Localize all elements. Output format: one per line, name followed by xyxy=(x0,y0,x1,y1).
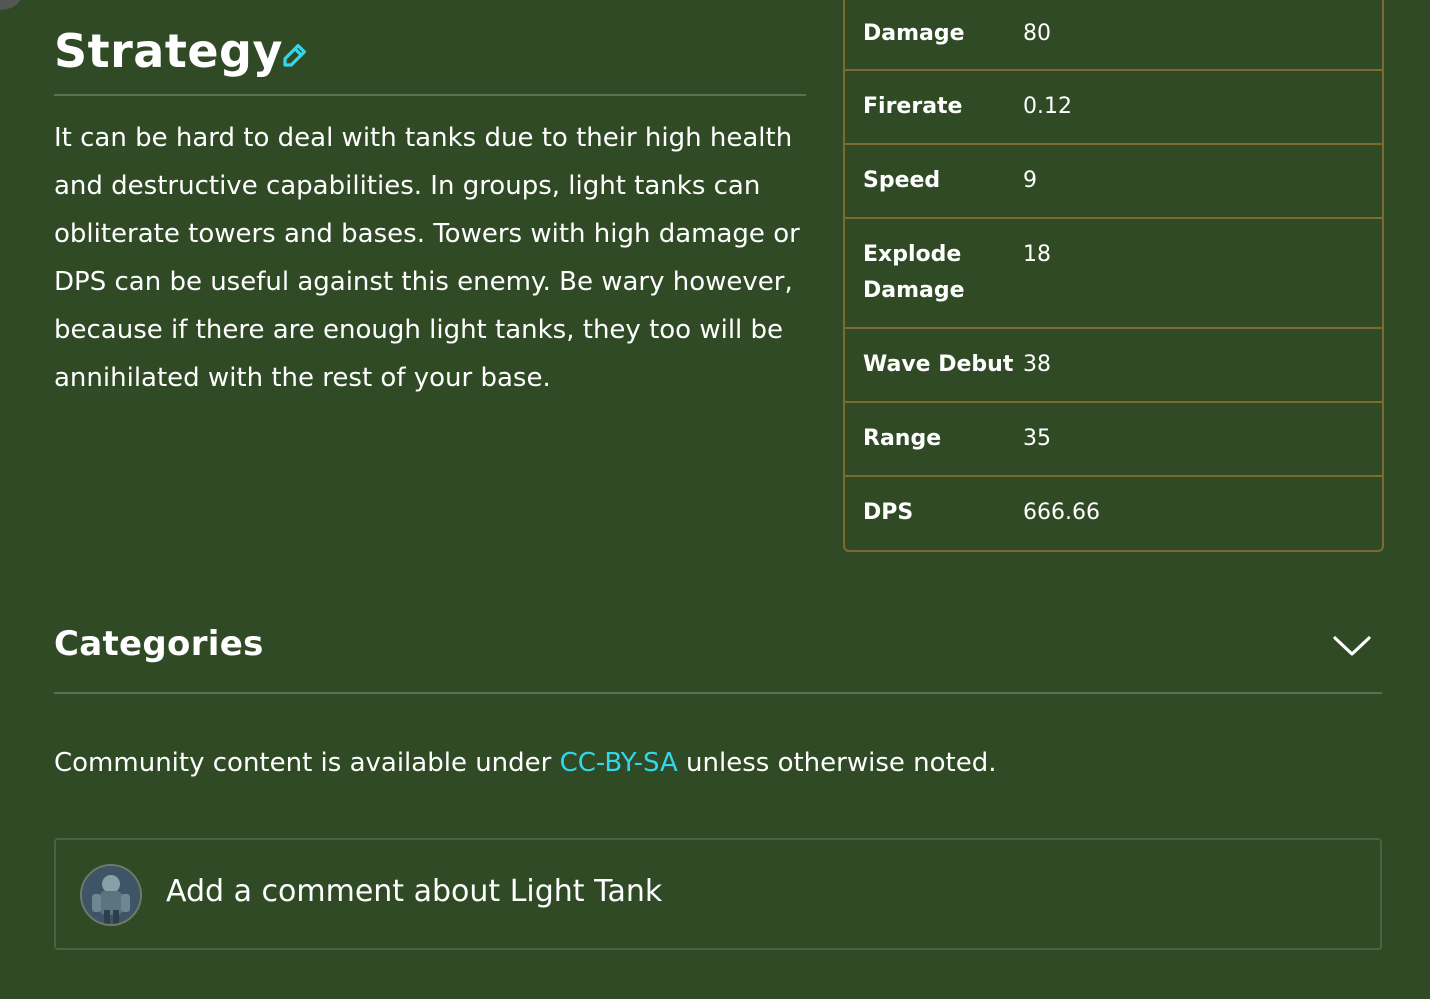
stat-label: Damage xyxy=(863,21,965,46)
stat-label: Speed xyxy=(863,168,941,193)
stat-label: Explode Damage xyxy=(863,242,965,303)
stat-label: DPS xyxy=(863,500,914,525)
license-prefix: Community content is available under xyxy=(54,748,560,778)
stat-row-firerate: Firerate 0.12 xyxy=(845,71,1382,145)
comment-box[interactable]: Add a comment about Light Tank xyxy=(54,838,1382,950)
strategy-header: Strategy xyxy=(54,20,806,96)
stat-value: 38 xyxy=(1023,352,1051,377)
corner-button[interactable] xyxy=(0,0,22,10)
stat-row-explode-damage: Explode Damage 18 xyxy=(845,219,1382,329)
stat-row-wave-debut: Wave Debut 38 xyxy=(845,329,1382,403)
stat-value: 9 xyxy=(1023,168,1037,193)
license-notice: Community content is available under CC-… xyxy=(54,748,996,778)
stat-row-damage: Damage 80 xyxy=(845,0,1382,71)
stat-value: 666.66 xyxy=(1023,500,1100,525)
stat-row-speed: Speed 9 xyxy=(845,145,1382,219)
license-suffix: unless otherwise noted. xyxy=(677,748,997,778)
strategy-text: It can be hard to deal with tanks due to… xyxy=(54,123,800,393)
stat-label: Wave Debut xyxy=(863,352,1014,377)
categories-header[interactable]: Categories xyxy=(54,612,1382,694)
avatar-image xyxy=(82,866,140,924)
comment-prompt[interactable]: Add a comment about Light Tank xyxy=(166,874,662,909)
stat-value: 18 xyxy=(1023,242,1051,267)
stat-value: 80 xyxy=(1023,21,1051,46)
categories-title: Categories xyxy=(54,624,264,664)
stat-row-range: Range 35 xyxy=(845,403,1382,477)
strategy-title: Strategy xyxy=(54,24,283,78)
stat-row-dps: DPS 666.66 xyxy=(845,477,1382,550)
license-link[interactable]: CC-BY-SA xyxy=(560,748,678,778)
stat-value: 35 xyxy=(1023,426,1051,451)
pencil-icon[interactable] xyxy=(280,40,310,70)
avatar xyxy=(80,864,142,926)
stat-label: Firerate xyxy=(863,94,963,119)
chevron-down-icon[interactable] xyxy=(1332,632,1372,660)
stat-label: Range xyxy=(863,426,942,451)
stat-value: 0.12 xyxy=(1023,94,1072,119)
stats-table: Damage 80 Firerate 0.12 Speed 9 Explode … xyxy=(843,0,1384,552)
